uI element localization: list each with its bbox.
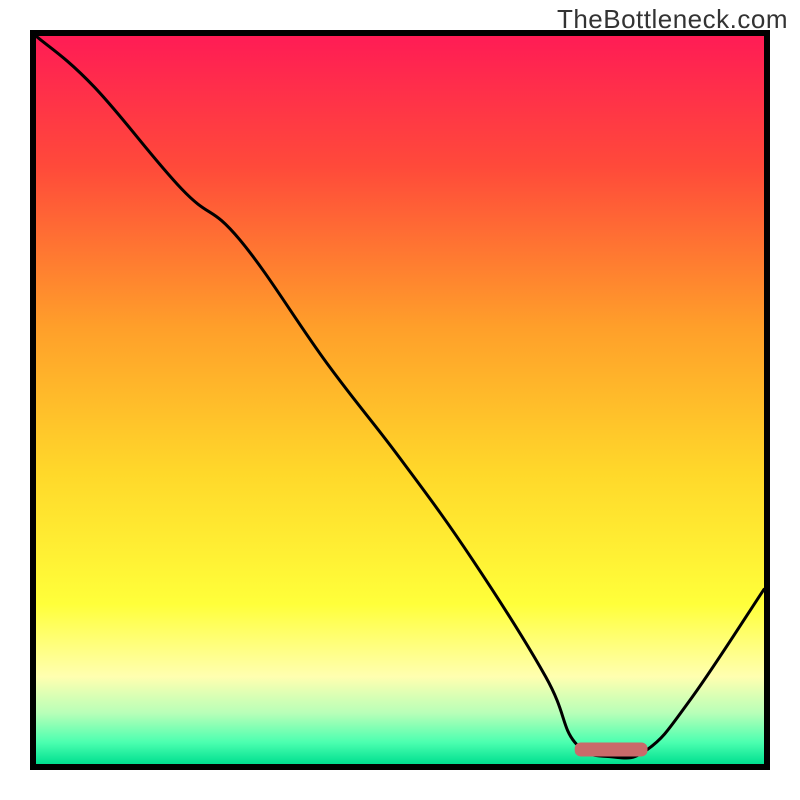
chart-container: TheBottleneck.com [0, 0, 800, 800]
bottleneck-curve [36, 36, 764, 758]
chart-overlay [36, 36, 764, 764]
watermark-text: TheBottleneck.com [557, 4, 788, 35]
plot-area [30, 30, 770, 770]
optimal-marker [575, 742, 648, 756]
